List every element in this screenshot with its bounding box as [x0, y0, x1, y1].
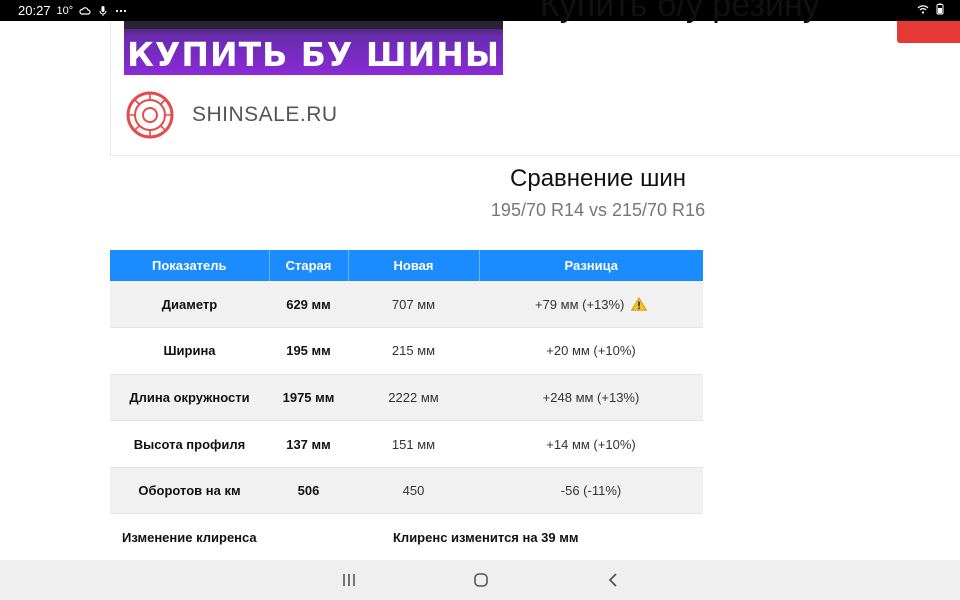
navigation-bar	[0, 560, 960, 600]
ad-action-button[interactable]	[897, 21, 960, 43]
row-diff-value: -56 (-11%)	[479, 467, 703, 515]
clearance-value: Клиренс изменится на 39 мм	[393, 530, 579, 545]
row-metric: Длина окружности	[110, 374, 269, 422]
warning-icon	[631, 296, 648, 311]
clearance-label: Изменение клиренса	[122, 530, 257, 545]
ad-domain[interactable]: SHINSALE.RU	[192, 103, 338, 127]
ad-headline[interactable]: Купить б/у резину	[540, 0, 820, 25]
ad-banner-text: КУПИТЬ БУ ШИНЫ	[126, 35, 501, 74]
row-old-value: 1975 мм	[269, 374, 348, 422]
row-old-value: 195 мм	[269, 327, 348, 375]
status-temperature: 10°	[56, 4, 74, 17]
row-old-value: 629 мм	[269, 281, 348, 329]
cloud-icon	[79, 6, 91, 15]
row-old-value: 506	[269, 467, 348, 515]
table-row: Оборотов на км 506 450 -56 (-11%)	[110, 467, 703, 515]
table-row: Диаметр 629 мм 707 мм +79 мм (+13%)	[110, 281, 703, 329]
header-new: Новая	[348, 250, 480, 281]
header-diff: Разница	[479, 250, 703, 281]
home-button[interactable]	[470, 570, 492, 590]
page-subtitle: 195/70 R14 vs 215/70 R16	[490, 200, 706, 220]
back-icon	[608, 573, 617, 587]
ad-banner[interactable]: КУПИТЬ БУ ШИНЫ	[124, 21, 503, 75]
row-metric: Ширина	[110, 327, 269, 375]
mic-icon	[99, 5, 107, 16]
table-row: Ширина 195 мм 215 мм +20 мм (+10%)	[110, 327, 703, 375]
screen: 20:27 10° Купить б/у резину КУПИТЬ БУ ШИ…	[0, 0, 960, 600]
battery-icon	[936, 3, 944, 15]
status-time: 20:27	[18, 3, 51, 18]
row-diff-value: +14 мм (+10%)	[479, 420, 703, 468]
back-button[interactable]	[602, 570, 624, 590]
row-new-value: 215 мм	[348, 327, 479, 375]
row-diff-value: +79 мм (+13%)	[534, 296, 625, 312]
row-new-value: 707 мм	[348, 281, 479, 329]
recent-apps-icon	[343, 574, 355, 586]
row-metric: Оборотов на км	[110, 467, 269, 515]
wifi-icon	[917, 5, 929, 14]
row-diff-value: +20 мм (+10%)	[479, 327, 703, 375]
recent-apps-button[interactable]	[338, 570, 360, 590]
row-old-value: 137 мм	[269, 420, 348, 468]
more-dots-icon	[116, 9, 127, 12]
comparison-table: Показатель Старая Новая Разница Диаметр …	[110, 250, 703, 515]
row-new-value: 151 мм	[348, 420, 479, 468]
banner-strip	[124, 21, 503, 29]
page-title: Сравнение шин	[510, 165, 686, 192]
row-new-value: 2222 мм	[348, 374, 479, 422]
row-metric: Высота профиля	[110, 420, 269, 468]
row-new-value: 450	[348, 467, 479, 515]
table-header-row: Показатель Старая Новая Разница	[110, 250, 703, 281]
row-diff-value: +248 мм (+13%)	[479, 374, 703, 422]
row-diff-cell: +79 мм (+13%)	[479, 281, 703, 329]
home-icon	[474, 573, 488, 587]
table-row: Длина окружности 1975 мм 2222 мм +248 мм…	[110, 374, 703, 422]
header-metric: Показатель	[110, 250, 270, 281]
tire-icon	[126, 91, 174, 139]
row-metric: Диаметр	[110, 281, 269, 329]
table-row: Высота профиля 137 мм 151 мм +14 мм (+10…	[110, 420, 703, 468]
header-old: Старая	[269, 250, 349, 281]
